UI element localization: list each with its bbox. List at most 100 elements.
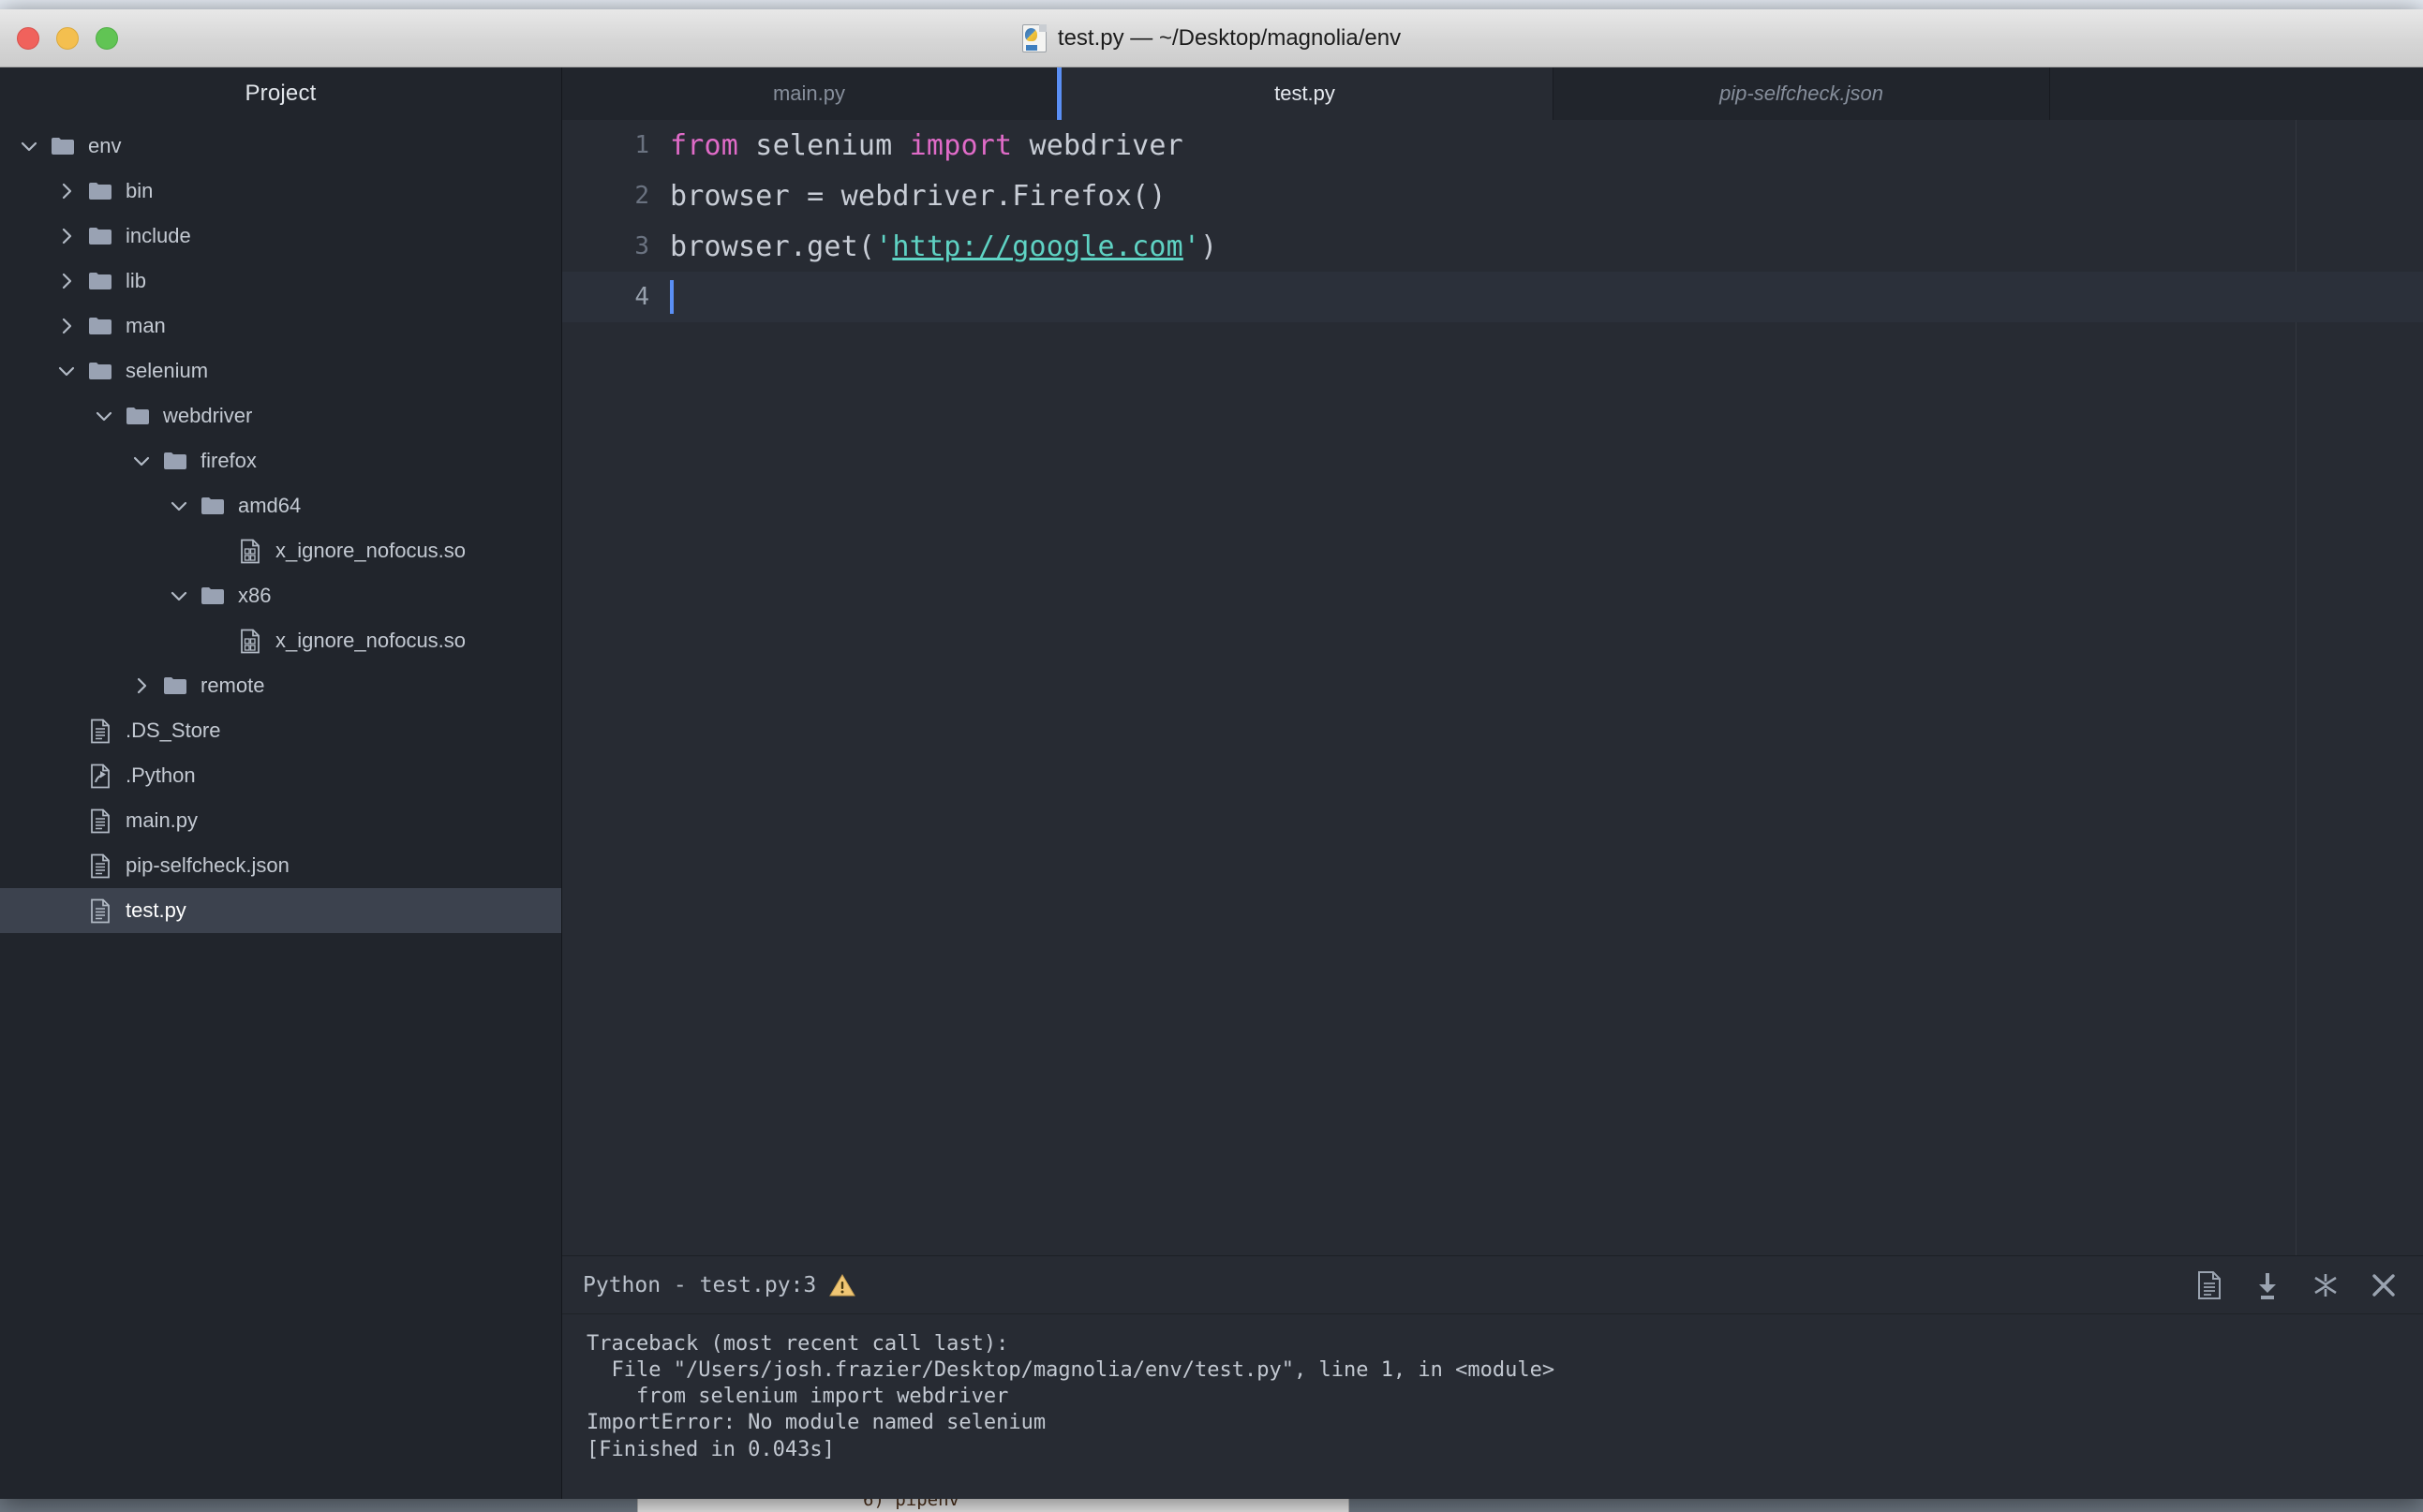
chevron-down-icon[interactable] xyxy=(88,407,120,425)
code-lines[interactable]: 1 from selenium import webdriver 2 browser … xyxy=(562,120,2423,322)
line-number: 1 xyxy=(634,131,649,159)
tree-item-webdriver[interactable]: webdriver xyxy=(0,393,561,438)
line-number: 4 xyxy=(634,283,649,311)
tree-item-x-ignore-nofocus-so[interactable]: x_ignore_nofocus.so xyxy=(0,528,561,573)
folder-icon xyxy=(45,136,81,156)
sublime-text-window: test.py — ~/Desktop/magnolia/env Project… xyxy=(0,9,2423,1499)
tree-item-man[interactable]: man xyxy=(0,304,561,348)
tree-item-selenium[interactable]: selenium xyxy=(0,348,561,393)
tree-item-lib[interactable]: lib xyxy=(0,259,561,304)
tree-item-bin[interactable]: bin xyxy=(0,169,561,214)
document-icon xyxy=(82,719,118,744)
tree-item-amd64[interactable]: amd64 xyxy=(0,483,561,528)
tree-item-test-py[interactable]: test.py xyxy=(0,888,561,933)
tree-item-include[interactable]: include xyxy=(0,214,561,259)
document-icon xyxy=(82,898,118,924)
tab-bar[interactable]: main.py test.py pip-selfcheck.json xyxy=(562,67,2423,120)
tree-item-x-ignore-nofocus-so[interactable]: x_ignore_nofocus.so xyxy=(0,618,561,663)
code-line-text: from selenium import webdriver xyxy=(670,128,1183,162)
window-title-text: test.py — ~/Desktop/magnolia/env xyxy=(1057,24,1402,51)
code-line[interactable]: 4 xyxy=(562,272,2423,322)
tree-item--ds-store[interactable]: .DS_Store xyxy=(0,708,561,753)
tree-item-label: bin xyxy=(126,179,154,202)
tree-item-remote[interactable]: remote xyxy=(0,663,561,708)
code-line[interactable]: 1 from selenium import webdriver xyxy=(562,120,2423,170)
code-editor[interactable]: 1 from selenium import webdriver 2 browser … xyxy=(562,120,2423,1255)
line-number: 2 xyxy=(634,182,649,210)
chevron-right-icon[interactable] xyxy=(51,317,82,335)
tree-item-label: env xyxy=(88,134,122,157)
folder-icon xyxy=(157,451,193,471)
sidebar-header: Project xyxy=(245,81,317,106)
tree-item-label: .Python xyxy=(126,763,196,787)
tree-item-label: test.py xyxy=(126,898,186,922)
tree-item-label: pip-selfcheck.json xyxy=(126,853,290,877)
save-to-bottom-icon[interactable] xyxy=(2252,1270,2282,1300)
close-icon[interactable] xyxy=(2369,1270,2399,1300)
window-title-bar[interactable]: test.py — ~/Desktop/magnolia/env xyxy=(0,9,2423,67)
tab-pip-selfcheck-json[interactable]: pip-selfcheck.json xyxy=(1553,67,2050,120)
folder-icon xyxy=(120,406,156,426)
chevron-down-icon[interactable] xyxy=(126,452,157,470)
chevron-down-icon[interactable] xyxy=(163,497,195,515)
project-sidebar: Project env bin include lib man selenium webdr… xyxy=(0,67,562,1499)
python-file-icon xyxy=(1021,23,1047,52)
warning-triangle-icon xyxy=(829,1273,856,1297)
build-output-panel: Python - test.py:3 Traceback (most recen… xyxy=(562,1255,2423,1499)
tab-bar-empty-area[interactable] xyxy=(2050,67,2423,120)
code-line-text: browser.get('http://google.com') xyxy=(670,230,1218,263)
chevron-right-icon[interactable] xyxy=(51,182,82,200)
chevron-down-icon[interactable] xyxy=(51,362,82,380)
console-output: Traceback (most recent call last): File … xyxy=(587,1332,1555,1461)
tree-item-label: webdriver xyxy=(163,404,253,427)
folder-icon xyxy=(82,181,118,201)
code-line-text xyxy=(670,280,674,315)
alias-file-icon xyxy=(82,763,118,789)
code-line[interactable]: 3 browser.get('http://google.com') xyxy=(562,221,2423,272)
folder-icon xyxy=(82,316,118,336)
chevron-down-icon[interactable] xyxy=(13,137,45,156)
folder-icon xyxy=(82,271,118,291)
tree-item-x86[interactable]: x86 xyxy=(0,573,561,618)
folder-icon xyxy=(82,226,118,246)
tree-item-label: x_ignore_nofocus.so xyxy=(275,539,467,562)
collapse-icon[interactable] xyxy=(2311,1270,2341,1300)
tree-item-main-py[interactable]: main.py xyxy=(0,798,561,843)
tab-test-py[interactable]: test.py xyxy=(1057,67,1553,120)
tree-item-label: man xyxy=(126,314,166,337)
tree-item-pip-selfcheck-json[interactable]: pip-selfcheck.json xyxy=(0,843,561,888)
tree-item--python[interactable]: .Python xyxy=(0,753,561,798)
document-icon[interactable] xyxy=(2194,1270,2224,1300)
code-line[interactable]: 2 browser = webdriver.Firefox() xyxy=(562,170,2423,221)
binary-file-icon xyxy=(232,539,268,564)
tree-item-label: main.py xyxy=(126,808,199,832)
file-tree[interactable]: env bin include lib man selenium webdriver fire… xyxy=(0,120,561,1499)
console-title: Python - test.py:3 xyxy=(583,1272,817,1297)
chevron-right-icon[interactable] xyxy=(126,676,157,695)
chevron-right-icon[interactable] xyxy=(51,272,82,290)
chevron-down-icon[interactable] xyxy=(163,586,195,605)
tree-item-label: .DS_Store xyxy=(126,719,221,742)
tab-label: main.py xyxy=(772,82,846,105)
document-icon xyxy=(82,808,118,834)
code-line-text: browser = webdriver.Firefox() xyxy=(670,179,1167,213)
folder-icon xyxy=(157,675,193,696)
tree-item-label: firefox xyxy=(201,449,257,472)
folder-icon xyxy=(195,586,230,606)
tree-item-label: amd64 xyxy=(238,494,302,517)
tree-item-label: include xyxy=(126,224,191,247)
tree-item-label: lib xyxy=(126,269,147,292)
chevron-right-icon[interactable] xyxy=(51,227,82,245)
editor-pane: main.py test.py pip-selfcheck.json 1 from… xyxy=(562,67,2423,1499)
tree-item-firefox[interactable]: firefox xyxy=(0,438,561,483)
tree-item-label: selenium xyxy=(126,359,209,382)
tab-label: pip-selfcheck.json xyxy=(1719,82,1883,105)
tree-item-label: x86 xyxy=(238,584,272,607)
tree-item-env[interactable]: env xyxy=(0,124,561,169)
binary-file-icon xyxy=(232,629,268,654)
tree-item-label: remote xyxy=(201,674,265,697)
folder-icon xyxy=(195,496,230,516)
tab-label: test.py xyxy=(1274,82,1335,105)
tab-main-py[interactable]: main.py xyxy=(562,67,1057,120)
window-title: test.py — ~/Desktop/magnolia/env xyxy=(0,23,2423,52)
